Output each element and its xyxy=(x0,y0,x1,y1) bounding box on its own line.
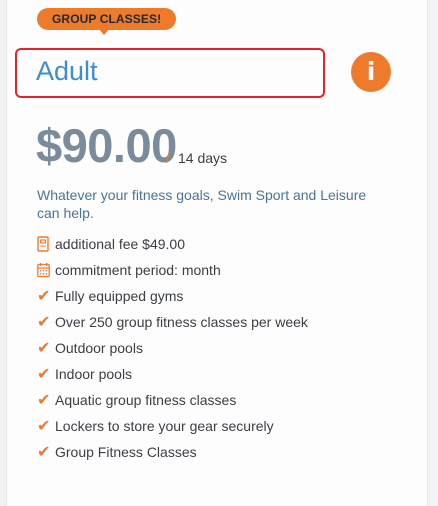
checkmark-icon: ✔ xyxy=(37,338,51,357)
calendar-icon xyxy=(37,263,50,278)
info-icon[interactable]: i xyxy=(351,52,391,92)
feature-item: ✔ Group Fitness Classes xyxy=(37,439,308,465)
detail-fee-text: additional fee $49.00 xyxy=(55,236,185,252)
detail-commitment: commitment period: month xyxy=(37,257,308,283)
feature-text: Indoor pools xyxy=(55,366,133,382)
feature-text: Fully equipped gyms xyxy=(55,288,184,304)
feature-text: Group Fitness Classes xyxy=(55,444,197,460)
fee-icon xyxy=(37,236,49,252)
price-separator: / xyxy=(166,150,170,166)
checkmark-icon: ✔ xyxy=(37,286,51,305)
feature-item: ✔ Outdoor pools xyxy=(37,335,308,361)
plan-price: $90.00 xyxy=(36,119,177,172)
plan-period: 14 days xyxy=(178,150,228,166)
checkmark-icon: ✔ xyxy=(37,364,51,383)
group-classes-badge: GROUP CLASSES! xyxy=(37,8,177,30)
feature-text: Lockers to store your gear securely xyxy=(55,418,274,434)
checkmark-icon: ✔ xyxy=(37,312,51,331)
feature-text: Aquatic group fitness classes xyxy=(55,392,237,408)
plan-title: Adult xyxy=(36,56,98,86)
badge-pointer xyxy=(98,28,110,35)
feature-text: Over 250 group fitness classes per week xyxy=(55,314,308,330)
feature-list: additional fee $49.00 commitment period:… xyxy=(37,231,308,465)
checkmark-icon: ✔ xyxy=(37,390,51,409)
checkmark-icon: ✔ xyxy=(37,416,51,435)
feature-text: Outdoor pools xyxy=(55,340,143,356)
plan-description: Whatever your fitness goals, Swim Sport … xyxy=(37,187,367,221)
feature-item: ✔ Lockers to store your gear securely xyxy=(37,413,308,439)
detail-commitment-text: commitment period: month xyxy=(55,262,221,278)
feature-item: ✔ Fully equipped gyms xyxy=(37,283,308,309)
feature-item: ✔ Aquatic group fitness classes xyxy=(37,387,308,413)
feature-item: ✔ Over 250 group fitness classes per wee… xyxy=(37,309,308,335)
feature-item: ✔ Indoor pools xyxy=(37,361,308,387)
detail-fee: additional fee $49.00 xyxy=(37,231,308,257)
checkmark-icon: ✔ xyxy=(37,442,51,461)
